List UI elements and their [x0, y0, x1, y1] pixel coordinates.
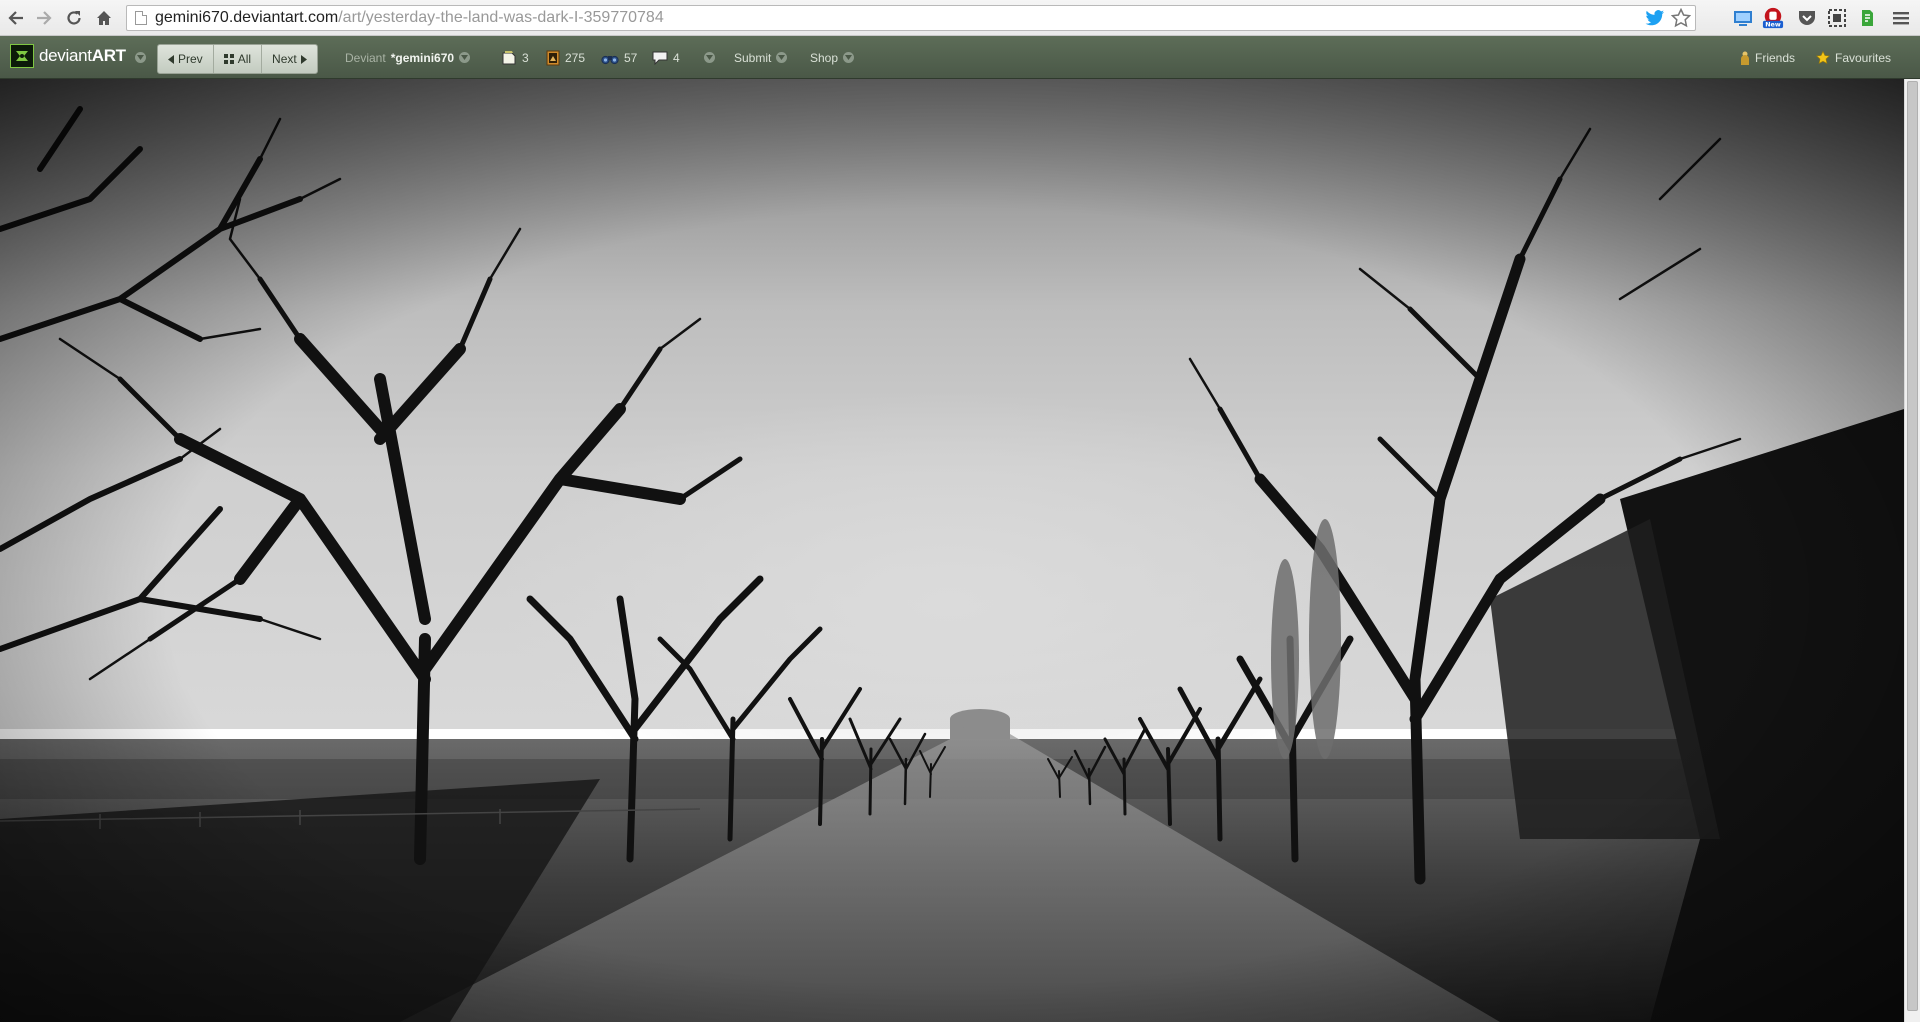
forward-icon[interactable]: [32, 6, 56, 30]
notes-counter[interactable]: 3: [501, 36, 529, 79]
star-icon[interactable]: [1670, 7, 1692, 33]
screenshot-icon[interactable]: [1826, 7, 1848, 29]
binoculars-icon: [601, 55, 619, 64]
deviant-menu-chevron-icon[interactable]: [459, 52, 471, 63]
friends-link[interactable]: Friends: [1740, 36, 1795, 79]
comments-count: 4: [673, 50, 680, 65]
logo-text-bold: ART: [91, 46, 126, 65]
url-path: /art/yesterday-the-land-was-dark-I-35977…: [338, 9, 664, 26]
pocket-icon[interactable]: [1796, 7, 1818, 29]
twitter-icon[interactable]: [1645, 9, 1665, 32]
gallery-pager: Prev All Next: [157, 44, 318, 74]
deviantart-logo-icon: [10, 44, 34, 68]
all-label: All: [237, 52, 252, 66]
prev-arrow-icon: [168, 54, 174, 64]
comment-bubble-icon: [652, 51, 668, 65]
friends-icon: [1741, 51, 1749, 65]
screen-capture-icon[interactable]: [1732, 7, 1754, 29]
logo-text-main: deviant: [39, 46, 92, 65]
notes-icon: [502, 50, 516, 64]
url-host: gemini670.deviantart.com: [155, 9, 339, 26]
favourite-star-icon: [1816, 50, 1830, 64]
next-arrow-icon: [300, 54, 307, 64]
submit-chevron-icon[interactable]: [776, 52, 788, 63]
shop-chevron-icon[interactable]: [843, 52, 855, 63]
browser-toolbar: gemini670.deviantart.com /art/yesterday-…: [0, 0, 1920, 36]
username-link[interactable]: *gemini670: [391, 51, 454, 65]
prev-label: Prev: [178, 52, 203, 66]
back-icon[interactable]: [4, 6, 28, 30]
home-icon[interactable]: [92, 6, 116, 30]
more-menu-chevron-icon[interactable]: [704, 52, 715, 63]
deviations-counter[interactable]: 275: [546, 36, 585, 79]
prev-button[interactable]: Prev: [158, 45, 214, 73]
menu-icon[interactable]: [1890, 7, 1912, 29]
address-bar[interactable]: gemini670.deviantart.com /art/yesterday-…: [126, 5, 1696, 31]
logo-menu-chevron-icon[interactable]: [135, 52, 146, 63]
scrollbar-thumb[interactable]: [1907, 81, 1918, 1011]
deviant-label: Deviant: [345, 50, 386, 65]
svg-text:New: New: [1765, 21, 1781, 29]
deviantart-logo[interactable]: deviantART: [10, 44, 126, 68]
grid-icon: [223, 54, 234, 64]
adblock-icon[interactable]: New: [1762, 7, 1784, 29]
deviations-icon: [546, 50, 560, 65]
notes-count: 3: [522, 50, 529, 65]
favourites-link[interactable]: Favourites: [1816, 36, 1891, 79]
deviant-menu[interactable]: Deviant *gemini670: [345, 36, 471, 79]
evernote-icon[interactable]: [1856, 7, 1878, 29]
deviations-count: 275: [565, 50, 586, 65]
deviantart-navbar: deviantART Prev All Next Deviant *gemini…: [0, 36, 1920, 79]
page-scrollbar[interactable]: [1904, 79, 1920, 1022]
next-label: Next: [272, 52, 297, 66]
favourites-label: Favourites: [1835, 50, 1892, 65]
all-button[interactable]: All: [214, 45, 263, 73]
comments-counter[interactable]: 4: [652, 36, 680, 79]
shop-label: Shop: [810, 50, 839, 65]
next-button[interactable]: Next: [262, 45, 317, 73]
reload-icon[interactable]: [62, 6, 86, 30]
watch-counter[interactable]: 57: [601, 36, 637, 79]
artwork-image[interactable]: [0, 79, 1904, 1022]
submit-menu[interactable]: Submit: [734, 36, 788, 79]
submit-label: Submit: [734, 50, 772, 65]
page-icon: [135, 11, 147, 25]
shop-menu[interactable]: Shop: [810, 36, 855, 79]
watch-count: 57: [624, 50, 638, 65]
friends-label: Friends: [1755, 50, 1796, 65]
